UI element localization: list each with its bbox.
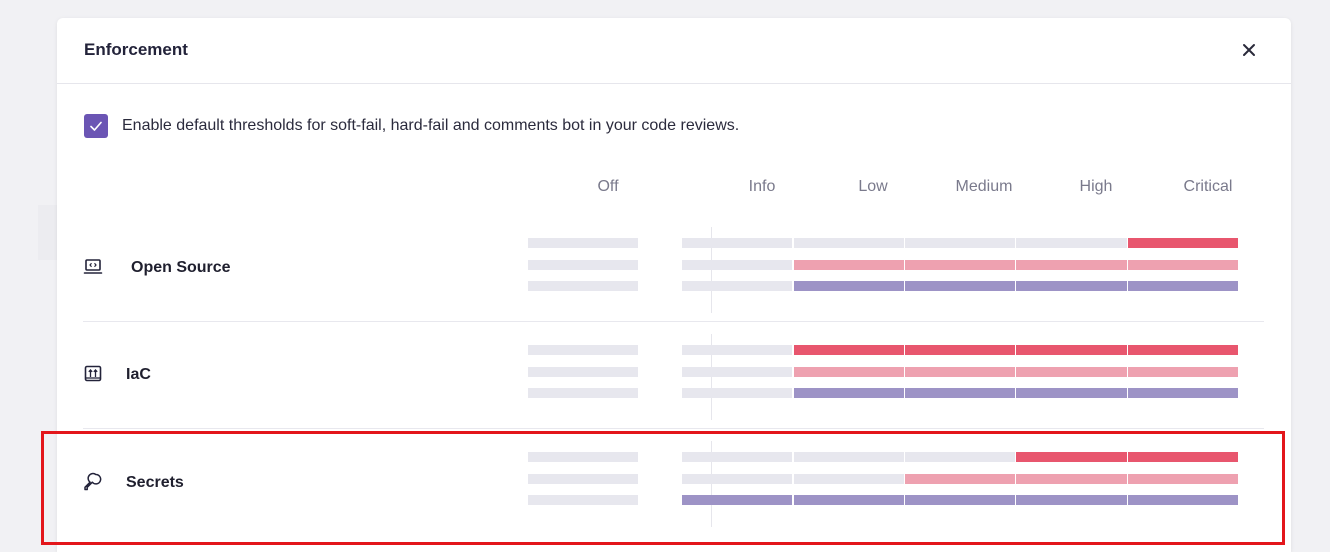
column-header-info: Info (748, 178, 776, 195)
segment-medium[interactable] (905, 367, 1015, 377)
column-header-high: High (1079, 178, 1113, 195)
segment-off[interactable] (528, 474, 638, 484)
segment-low[interactable] (794, 495, 904, 505)
policy-row-secrets: Secrets (83, 429, 1264, 536)
segment-low[interactable] (794, 238, 904, 248)
segment-off[interactable] (528, 238, 638, 248)
close-icon (1243, 44, 1255, 56)
column-header-critical: Critical (1183, 178, 1233, 195)
close-button[interactable] (1235, 36, 1263, 64)
segment-high[interactable] (1016, 260, 1127, 270)
segment-high[interactable] (1016, 367, 1127, 377)
segment-off[interactable] (528, 388, 638, 398)
row-label: Open Source (131, 259, 231, 276)
segment-off[interactable] (528, 260, 638, 270)
segment-critical[interactable] (1128, 260, 1238, 270)
column-header-low: Low (858, 178, 888, 195)
segment-medium[interactable] (905, 281, 1015, 291)
segment-critical[interactable] (1128, 238, 1238, 248)
checkmark-icon (90, 121, 102, 131)
segment-low[interactable] (794, 260, 904, 270)
segment-info[interactable] (682, 452, 792, 462)
segment-low[interactable] (794, 281, 904, 291)
segment-low[interactable] (794, 474, 904, 484)
default-thresholds-label: Enable default thresholds for soft-fail,… (122, 117, 740, 134)
laptop-code-icon (83, 257, 103, 277)
segment-high[interactable] (1016, 281, 1127, 291)
segment-medium[interactable] (905, 495, 1015, 505)
row-label: Secrets (126, 474, 184, 491)
column-header-off: Off (597, 178, 619, 195)
iac-icon (83, 364, 103, 384)
default-thresholds-row: Enable default thresholds for soft-fail,… (84, 114, 739, 138)
segment-medium[interactable] (905, 388, 1015, 398)
segment-high[interactable] (1016, 345, 1127, 355)
default-thresholds-checkbox[interactable] (84, 114, 108, 138)
segment-off[interactable] (528, 495, 638, 505)
segment-medium[interactable] (905, 452, 1015, 462)
segment-medium[interactable] (905, 260, 1015, 270)
segment-critical[interactable] (1128, 495, 1238, 505)
segment-low[interactable] (794, 452, 904, 462)
column-header-medium: Medium (955, 178, 1013, 195)
enforcement-modal: Enforcement Enable default thresholds fo… (57, 18, 1291, 552)
segment-low[interactable] (794, 388, 904, 398)
segment-info[interactable] (682, 345, 792, 355)
segment-critical[interactable] (1128, 345, 1238, 355)
segment-info[interactable] (682, 367, 792, 377)
segment-off[interactable] (528, 367, 638, 377)
segment-medium[interactable] (905, 345, 1015, 355)
segment-off[interactable] (528, 281, 638, 291)
modal-title: Enforcement (84, 40, 188, 59)
segment-medium[interactable] (905, 474, 1015, 484)
segment-high[interactable] (1016, 474, 1127, 484)
segment-off[interactable] (528, 452, 638, 462)
policy-row-iac: IaC (83, 322, 1264, 429)
segment-info[interactable] (682, 281, 792, 291)
segment-info[interactable] (682, 388, 792, 398)
segment-critical[interactable] (1128, 367, 1238, 377)
segment-low[interactable] (794, 345, 904, 355)
segment-info[interactable] (682, 238, 792, 248)
row-label: IaC (126, 366, 151, 383)
segment-off[interactable] (528, 345, 638, 355)
segment-info[interactable] (682, 474, 792, 484)
segment-low[interactable] (794, 367, 904, 377)
segment-high[interactable] (1016, 388, 1127, 398)
segment-high[interactable] (1016, 238, 1127, 248)
modal-header: Enforcement (57, 18, 1291, 84)
policy-row-open-source: Open Source (83, 215, 1264, 322)
segment-critical[interactable] (1128, 388, 1238, 398)
segment-high[interactable] (1016, 452, 1127, 462)
segment-critical[interactable] (1128, 452, 1238, 462)
segment-info[interactable] (682, 495, 792, 505)
segment-critical[interactable] (1128, 281, 1238, 291)
segment-info[interactable] (682, 260, 792, 270)
segment-medium[interactable] (905, 238, 1015, 248)
key-icon (83, 472, 103, 492)
segment-high[interactable] (1016, 495, 1127, 505)
segment-critical[interactable] (1128, 474, 1238, 484)
